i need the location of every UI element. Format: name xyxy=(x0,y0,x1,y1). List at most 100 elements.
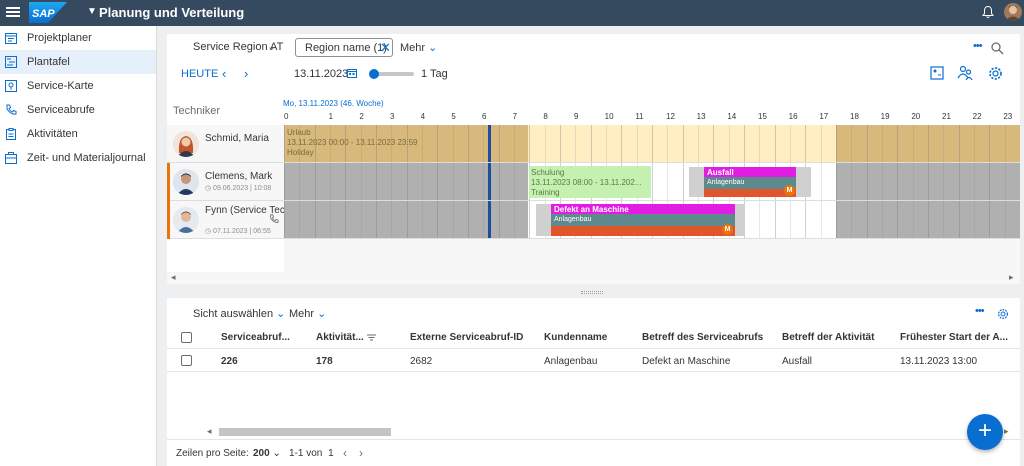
sidebar-item-serviceabrufe[interactable]: Serviceabrufe xyxy=(0,98,156,122)
column-header-betreff-aktivitaet[interactable]: Betreff der Aktivität xyxy=(782,332,874,343)
activity-defekt-an-maschine[interactable]: Defekt an Maschine Anlagenbau M xyxy=(551,204,735,236)
calendar-icon[interactable] xyxy=(347,68,357,78)
list-settings-icon[interactable] xyxy=(997,308,1009,320)
remove-filter-icon[interactable]: ✕ xyxy=(380,40,391,56)
scroll-right-icon[interactable]: ▸ xyxy=(1004,426,1009,437)
list-overflow-icon[interactable]: ••• xyxy=(975,305,985,317)
sidebar-item-projektplaner[interactable]: Projektplaner xyxy=(0,26,156,50)
sidebar-item-label: Aktivitäten xyxy=(27,128,78,140)
previous-day-icon[interactable]: ‹ xyxy=(222,66,226,81)
timeline-grid-line xyxy=(406,125,408,162)
training-block[interactable]: Schulung 13.11.2023 08:00 - 13.11.202...… xyxy=(529,166,651,198)
timeline-grid-line xyxy=(452,163,454,200)
row-checkbox[interactable] xyxy=(181,355,192,366)
timeline-grid-line xyxy=(468,163,469,200)
technician-row[interactable]: Clemens, Mark ◷ 09.06.2023 | 10:08 Schul… xyxy=(167,163,1020,201)
region-filter-chip[interactable]: Region name (1) ✕ xyxy=(295,38,393,57)
technician-timeline[interactable]: Defekt an Maschine Anlagenbau M xyxy=(284,201,1020,239)
call-phone-icon[interactable] xyxy=(269,214,279,224)
settings-gear-icon[interactable] xyxy=(988,66,1003,81)
technician-cell[interactable]: Fynn (Service Techniker), T... ◷ 07.11.2… xyxy=(167,201,334,239)
timeline-hour-label: 20 xyxy=(911,112,921,121)
fruehester-start-cell: 13.11.2023 13:00 xyxy=(900,356,978,367)
sidebar-item-service-karte[interactable]: Service-Karte xyxy=(0,74,156,98)
timeline-grid-line xyxy=(376,125,377,162)
timeline-grid-line xyxy=(606,125,607,162)
zoom-slider-handle[interactable] xyxy=(369,69,379,79)
timeline-date-label: Mo, 13.11.2023 (46. Woche) xyxy=(283,99,384,108)
overflow-icon[interactable]: ••• xyxy=(973,40,983,52)
technician-row[interactable]: Fynn (Service Techniker), T... ◷ 07.11.2… xyxy=(167,201,1020,239)
next-page-icon[interactable]: › xyxy=(359,446,363,460)
timeline-hour-label: 13 xyxy=(696,112,706,121)
notification-bell-icon[interactable] xyxy=(981,5,995,19)
aktivitaet-link[interactable]: 178 xyxy=(316,356,333,367)
user-avatar[interactable] xyxy=(1004,3,1022,21)
view-select-dropdown[interactable]: Sicht auswählen ⌄ xyxy=(193,307,285,320)
technician-name: Schmid, Maria xyxy=(205,133,269,144)
column-header-betreff-serviceabruf[interactable]: Betreff des Serviceabrufs xyxy=(642,332,763,343)
service-call-list-panel: Sicht auswählen ⌄ Mehr ⌄ ••• Serviceabru… xyxy=(167,298,1020,466)
timeline-grid-line xyxy=(882,201,883,238)
technician-cell[interactable]: Clemens, Mark ◷ 09.06.2023 | 10:08 xyxy=(167,163,284,201)
sidebar-item-plantafel[interactable]: Plantafel xyxy=(0,50,156,74)
previous-page-icon[interactable]: ‹ xyxy=(343,446,347,460)
date-input[interactable]: 13.11.2023 xyxy=(294,68,348,80)
timeline-grid-line xyxy=(483,163,485,200)
map-view-icon[interactable] xyxy=(930,66,944,80)
scrollbar-thumb[interactable] xyxy=(219,428,391,436)
scroll-left-icon[interactable]: ◂ xyxy=(207,426,212,437)
timeline-hour-label: 4 xyxy=(420,112,426,121)
timeline-grid-line xyxy=(299,201,301,238)
sort-icon[interactable] xyxy=(367,333,376,342)
timeline-hour-label: 6 xyxy=(482,112,487,121)
technician-timeline[interactable]: Schulung 13.11.2023 08:00 - 13.11.202...… xyxy=(284,163,1020,201)
add-button[interactable]: + xyxy=(967,414,1003,450)
activity-ausfall[interactable]: Ausfall Anlagenbau M xyxy=(704,167,796,197)
sidebar-item-aktivitaeten[interactable]: Aktivitäten xyxy=(0,122,156,146)
rows-per-page-select[interactable]: 200 ⌄ xyxy=(253,448,281,459)
today-button[interactable]: HEUTE xyxy=(181,68,218,80)
column-header-externe-id[interactable]: Externe Serviceabruf-ID xyxy=(410,332,523,343)
title-dropdown-icon[interactable]: ▼ xyxy=(87,6,97,17)
timeline-grid-line xyxy=(943,201,945,238)
timeline-grid-line xyxy=(498,125,500,162)
timeline-grid-line xyxy=(514,163,515,200)
more-filters-button[interactable]: Mehr ⌄ xyxy=(400,41,437,54)
filter-dropdown-icon[interactable]: ⌄ xyxy=(267,40,276,53)
sidebar-item-label: Plantafel xyxy=(27,56,70,68)
assign-technicians-icon[interactable] xyxy=(957,65,973,81)
timeline-grid-line xyxy=(728,125,730,162)
sidebar-item-zeit-materialjournal[interactable]: Zeit- und Materialjournal xyxy=(0,146,156,170)
column-header-fruehester-start[interactable]: Frühester Start der A... xyxy=(900,332,1008,343)
column-header-serviceabruf[interactable]: Serviceabruf... xyxy=(221,332,290,343)
scroll-right-icon[interactable]: ▸ xyxy=(1009,272,1014,283)
technician-timeline[interactable]: Urlaub 13.11.2023 00:00 - 13.11.2023 23:… xyxy=(284,125,1020,163)
select-all-checkbox[interactable] xyxy=(181,332,192,343)
timeline-hour-label: 18 xyxy=(850,112,859,121)
technician-row[interactable]: Schmid, Maria Urlaub 13.11.2023 00:00 - … xyxy=(167,125,1020,163)
timeline-grid-line xyxy=(820,163,822,200)
next-day-icon[interactable]: › xyxy=(244,66,248,81)
zoom-slider[interactable] xyxy=(369,69,414,79)
panel-splitter[interactable] xyxy=(167,286,1020,298)
view-select-label: Sicht auswählen xyxy=(193,308,274,320)
timeline-grid-line xyxy=(713,125,715,162)
scroll-left-icon[interactable]: ◂ xyxy=(171,272,176,283)
timeline-grid-line xyxy=(376,163,377,200)
column-header-aktivitaet[interactable]: Aktivität... xyxy=(316,332,364,343)
timeline-horizontal-scrollbar[interactable]: ◂ ▸ xyxy=(167,272,1020,284)
technician-cell[interactable]: Schmid, Maria xyxy=(167,125,284,163)
column-header-kundenname[interactable]: Kundenname xyxy=(544,332,607,343)
serviceabruf-link[interactable]: 226 xyxy=(221,356,238,367)
app-title[interactable]: Planung und Verteilung xyxy=(99,5,244,20)
activity-title: Defekt an Maschine xyxy=(554,205,629,214)
search-icon[interactable] xyxy=(991,42,1004,55)
timeline-grid-line xyxy=(882,125,883,162)
splitter-grip-icon[interactable] xyxy=(581,291,603,294)
list-horizontal-scrollbar[interactable]: ◂ ▸ xyxy=(207,426,1009,438)
sap-logo[interactable]: SAP xyxy=(29,2,67,23)
timeline-grid-line xyxy=(330,163,331,200)
more-button[interactable]: Mehr ⌄ xyxy=(289,307,326,320)
menu-icon[interactable] xyxy=(6,5,20,19)
